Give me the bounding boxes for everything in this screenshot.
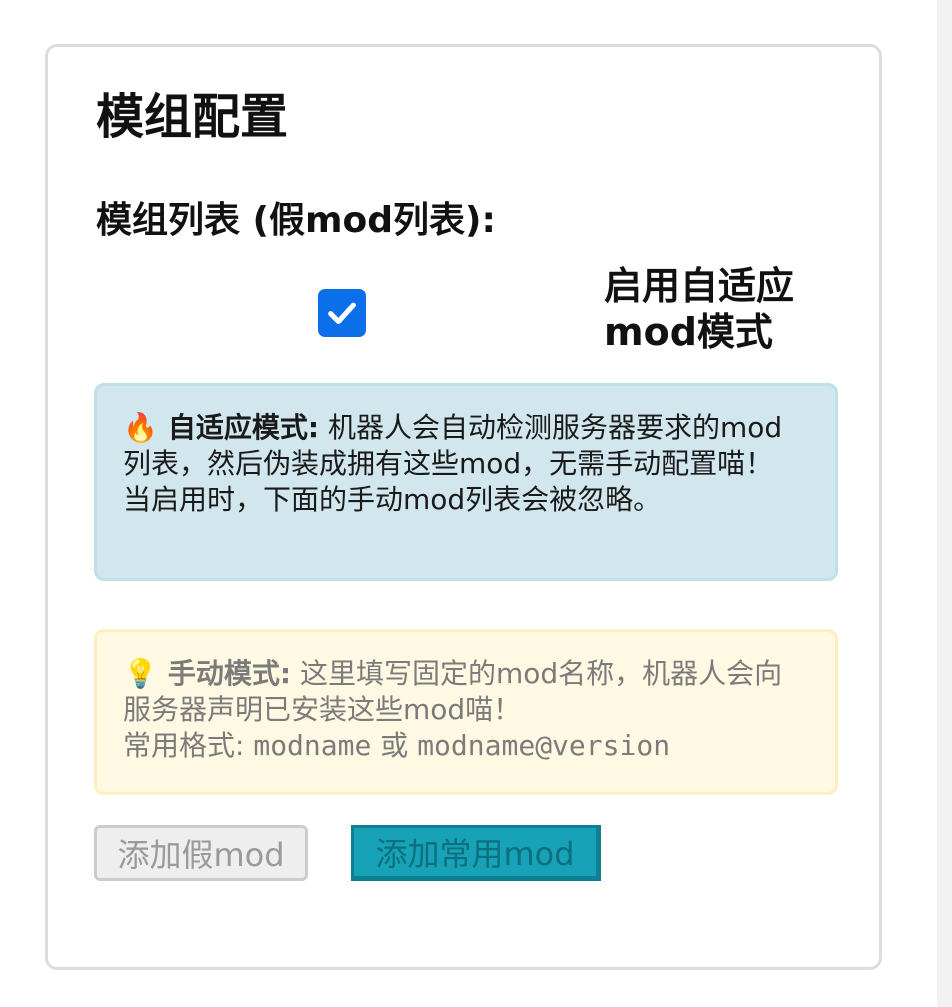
adaptive-mode-checkbox[interactable] xyxy=(318,289,366,337)
fire-icon: 🔥 xyxy=(123,411,158,444)
manual-mode-info-box: 💡 手动模式: 这里填写固定的mod名称，机器人会向服务器声明已安装这些mod喵！… xyxy=(94,629,838,795)
format-or: 或 xyxy=(380,729,409,762)
checkmark-icon xyxy=(328,302,356,325)
add-fake-mod-button[interactable]: 添加假mod xyxy=(94,825,308,881)
lightbulb-icon: 💡 xyxy=(123,657,158,690)
info-heading: 自适应模式: xyxy=(167,411,320,444)
warn-heading: 手动模式: xyxy=(167,657,292,690)
adaptive-mode-label[interactable]: 启用自适应mod模式 xyxy=(604,263,844,355)
info-note: 当启用时，下面的手动mod列表会被忽略。 xyxy=(123,483,662,516)
mod-config-panel: 模组配置 模组列表 (假mod列表): 启用自适应mod模式 🔥 自适应模式: 机… xyxy=(45,44,882,970)
adaptive-mode-info-box: 🔥 自适应模式: 机器人会自动检测服务器要求的mod列表，然后伪装成拥有这些mod… xyxy=(94,383,838,581)
add-common-mod-button[interactable]: 添加常用mod xyxy=(351,825,601,881)
scrollbar[interactable] xyxy=(937,0,952,1007)
format-example-version: modname@version xyxy=(417,729,671,762)
panel-title: 模组配置 xyxy=(96,89,289,145)
format-example-name: modname xyxy=(253,729,372,762)
mod-list-label: 模组列表 (假mod列表): xyxy=(96,200,496,241)
format-label: 常用格式: xyxy=(123,729,245,762)
